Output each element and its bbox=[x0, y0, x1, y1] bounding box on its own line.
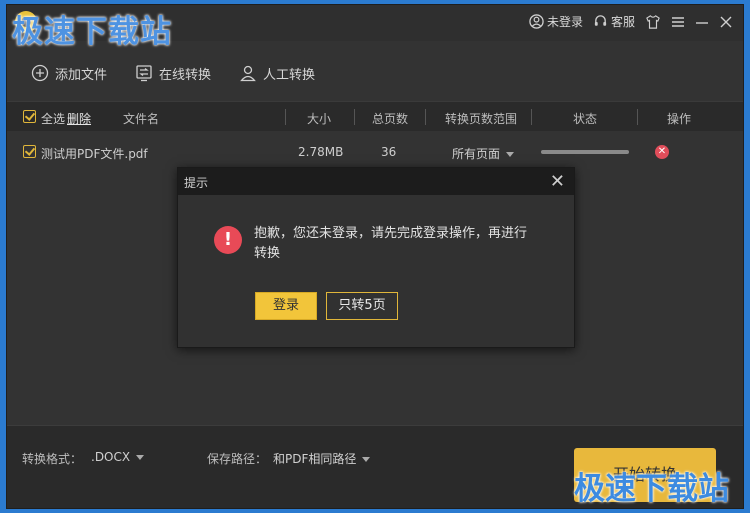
column-divider bbox=[531, 109, 532, 125]
column-header-filename: 文件名 bbox=[123, 112, 160, 126]
online-convert-icon bbox=[136, 65, 152, 82]
select-all-label[interactable]: 全选 bbox=[41, 110, 65, 127]
column-divider bbox=[285, 109, 286, 125]
row-checkbox[interactable] bbox=[23, 145, 36, 158]
minimize-icon[interactable] bbox=[695, 15, 709, 29]
person-icon bbox=[240, 65, 256, 82]
watermark-text: 极速下载站 bbox=[574, 471, 729, 507]
warning-icon: ! bbox=[214, 226, 242, 254]
column-header-range: 转换页数范围 bbox=[445, 112, 518, 126]
login-prompt-dialog: 提示 ✕ ! 抱歉，您还未登录，请先完成登录操作，再进行转换 登录 只转5页 bbox=[177, 167, 575, 348]
column-header-status: 状态 bbox=[573, 112, 598, 126]
skin-shirt-icon[interactable] bbox=[645, 14, 661, 29]
login-status-label: 未登录 bbox=[546, 15, 583, 29]
save-path-dropdown[interactable]: 和PDF相同路径 bbox=[273, 450, 371, 467]
watermark-text: 极速下载站 bbox=[12, 14, 172, 50]
format-label: 转换格式： bbox=[22, 452, 83, 466]
app-window: 未登录 客服 添加文件 在线转换 人工转换 全选 删除 文件名 大小 总页数 转… bbox=[6, 4, 744, 509]
close-window-icon[interactable] bbox=[719, 15, 733, 29]
conversion-progress-bar bbox=[541, 150, 629, 154]
format-value: .DOCX bbox=[91, 450, 131, 464]
user-icon bbox=[529, 14, 544, 29]
manual-convert-label: 人工转换 bbox=[263, 67, 316, 83]
file-name: 测试用PDF文件.pdf bbox=[41, 147, 148, 161]
column-header-size: 大小 bbox=[307, 112, 332, 126]
title-bar-actions: 未登录 客服 bbox=[529, 13, 733, 30]
convert-five-pages-button[interactable]: 只转5页 bbox=[326, 292, 398, 320]
dialog-close-icon[interactable]: ✕ bbox=[550, 171, 565, 192]
table-header: 全选 删除 文件名 大小 总页数 转换页数范围 状态 操作 bbox=[7, 101, 743, 131]
column-divider bbox=[354, 109, 355, 125]
login-button[interactable]: 登录 bbox=[255, 292, 317, 320]
column-divider bbox=[637, 109, 638, 125]
select-all-checkbox[interactable] bbox=[23, 110, 36, 123]
save-path-value: 和PDF相同路径 bbox=[273, 452, 357, 466]
page-range-dropdown[interactable]: 所有页面 bbox=[452, 145, 515, 162]
format-dropdown[interactable]: .DOCX bbox=[91, 450, 145, 464]
chevron-down-icon bbox=[136, 455, 145, 460]
remove-file-icon[interactable]: ✕ bbox=[655, 145, 669, 159]
delete-link[interactable]: 删除 bbox=[67, 110, 91, 127]
dialog-message: 抱歉，您还未登录，请先完成登录操作，再进行转换 bbox=[254, 226, 528, 261]
customer-service-label: 客服 bbox=[610, 15, 635, 29]
online-convert-label: 在线转换 bbox=[159, 67, 212, 83]
column-header-pages: 总页数 bbox=[372, 112, 409, 126]
customer-service-button[interactable]: 客服 bbox=[593, 13, 635, 30]
page-count: 36 bbox=[381, 145, 397, 159]
online-convert-button[interactable]: 在线转换 bbox=[135, 64, 211, 83]
chevron-down-icon bbox=[362, 457, 371, 462]
headset-icon bbox=[594, 15, 607, 26]
chevron-down-icon bbox=[506, 152, 515, 157]
menu-icon[interactable] bbox=[671, 15, 685, 29]
add-file-button[interactable]: 添加文件 bbox=[31, 64, 107, 83]
page-range-value: 所有页面 bbox=[452, 147, 501, 161]
login-status-button[interactable]: 未登录 bbox=[529, 13, 583, 30]
add-circle-icon bbox=[31, 64, 49, 82]
file-size: 2.78MB bbox=[298, 145, 344, 159]
table-row[interactable]: 测试用PDF文件.pdf 2.78MB 36 所有页面 ✕ bbox=[7, 137, 743, 167]
dialog-header: 提示 ✕ bbox=[178, 168, 574, 195]
dialog-title: 提示 bbox=[184, 176, 209, 190]
toolbar: 添加文件 在线转换 人工转换 bbox=[7, 55, 315, 91]
manual-convert-button[interactable]: 人工转换 bbox=[239, 64, 315, 83]
add-file-label: 添加文件 bbox=[55, 67, 108, 83]
column-header-actions: 操作 bbox=[667, 112, 692, 126]
column-divider bbox=[425, 109, 426, 125]
save-path-label: 保存路径： bbox=[207, 452, 268, 466]
